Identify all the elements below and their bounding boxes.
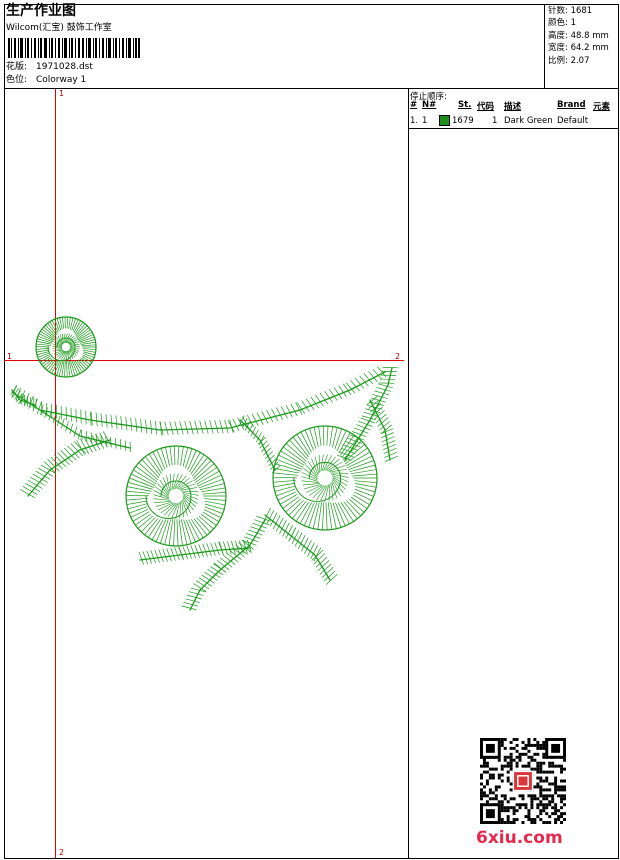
- watermark: 6xiu.com: [476, 828, 563, 848]
- qr-code: [480, 738, 566, 824]
- embroidery-design: [10, 316, 398, 611]
